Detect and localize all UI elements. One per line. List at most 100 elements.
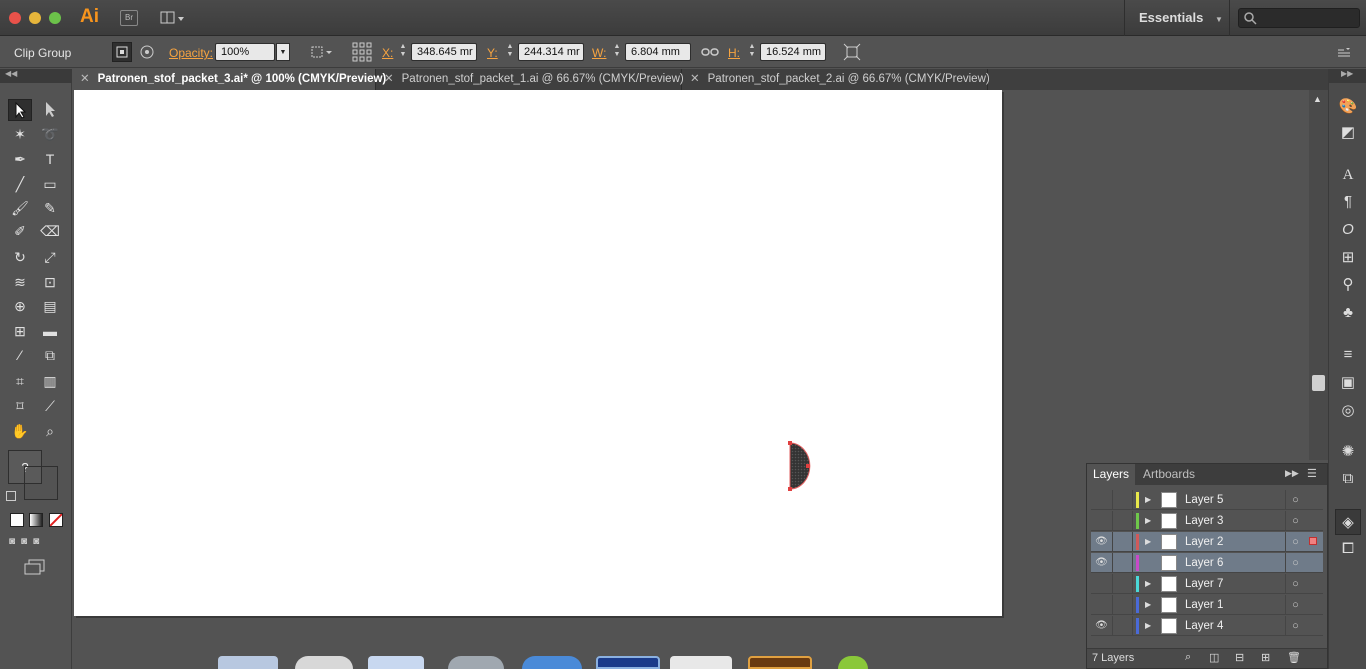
workspace-switcher[interactable]: Essentials ▼ (1124, 0, 1230, 36)
control-panel-menu-button[interactable] (1334, 42, 1354, 62)
selected-art-indicator[interactable] (1309, 537, 1317, 545)
rectangle-tool-icon[interactable]: ▭ (38, 173, 62, 195)
reference-point-button[interactable] (352, 42, 372, 62)
selected-art-indicator[interactable] (1309, 579, 1317, 587)
target-icon[interactable]: ○ (1285, 553, 1305, 573)
selected-art-indicator[interactable] (1309, 621, 1317, 629)
lasso-tool-icon[interactable]: ➰ (38, 123, 62, 145)
h-stepper[interactable]: ▲ ▼ (747, 43, 757, 61)
lock-toggle[interactable] (1113, 490, 1133, 510)
color-icon[interactable]: ◩ (1338, 123, 1358, 143)
lock-toggle[interactable] (1113, 532, 1133, 552)
panel-menu-icon[interactable]: ☰ (1307, 467, 1317, 480)
tab-document-2[interactable]: ✕ Patronen_stof_packet_2.ai @ 66.67% (CMY… (682, 69, 990, 90)
dock-app-clock[interactable] (448, 656, 504, 669)
layer-name[interactable]: Layer 7 (1185, 574, 1223, 594)
x-field[interactable]: 348.645 mr (411, 43, 477, 61)
width-tool-icon[interactable]: ≋ (8, 271, 32, 293)
collapse-dock-button[interactable]: ▶▶ (1329, 69, 1366, 83)
constrain-proportions-button[interactable] (700, 42, 720, 62)
artboard-tool-icon[interactable]: ⌑ (8, 395, 32, 417)
expand-layer-icon[interactable]: ▶ (1145, 532, 1151, 552)
target-icon[interactable]: ○ (1285, 574, 1305, 594)
dock-app-safari[interactable] (522, 656, 582, 669)
blend-tool-icon[interactable]: ⧉ (38, 344, 62, 366)
free-transform-tool-icon[interactable]: ⊡ (38, 271, 62, 293)
direct-selection-tool-icon[interactable] (38, 99, 62, 121)
line-tool-icon[interactable]: ╱ (8, 173, 32, 195)
type-tool-icon[interactable]: T (38, 148, 62, 170)
selected-art-indicator[interactable] (1309, 516, 1317, 524)
opacity-dropdown[interactable]: ▼ (276, 43, 290, 61)
visibility-toggle[interactable] (1091, 490, 1113, 510)
lock-toggle[interactable] (1113, 595, 1133, 615)
locate-object-icon[interactable]: ⌕ (1185, 651, 1191, 664)
none-mode-icon[interactable] (49, 513, 63, 527)
layer-row[interactable]: ▶ Layer 5 ○ (1091, 490, 1323, 510)
dock-app-photo[interactable] (748, 656, 812, 669)
visibility-toggle[interactable] (1091, 574, 1113, 594)
visibility-toggle[interactable]: 👁 (1091, 553, 1113, 573)
arrange-documents-button[interactable] (160, 10, 186, 26)
y-stepper[interactable]: ▲ ▼ (505, 43, 515, 61)
vertical-scrollbar[interactable]: ▲ (1309, 90, 1328, 460)
dock-app-mail[interactable] (368, 656, 424, 669)
mesh-tool-icon[interactable]: ⊞ (8, 320, 32, 342)
collapse-panel-icon[interactable]: ▶▶ (1285, 468, 1299, 479)
graphic-styles-icon[interactable]: ⧉ (1338, 469, 1358, 489)
layer-row[interactable]: 👁 ▶ Layer 4 ○ (1091, 616, 1323, 636)
create-new-layer-icon[interactable]: ⊞ (1261, 651, 1270, 664)
screen-mode-icon[interactable] (24, 559, 46, 575)
dock-app-dvd[interactable] (295, 656, 353, 669)
target-icon[interactable]: ○ (1285, 532, 1305, 552)
color-guide-icon[interactable]: 🎨 (1338, 97, 1358, 117)
slice-tool-icon[interactable]: ⟋ (38, 395, 62, 417)
symbol-sprayer-tool-icon[interactable]: ⌗ (8, 370, 32, 392)
close-tab-icon[interactable]: ✕ (384, 73, 394, 85)
expand-layer-icon[interactable]: ▶ (1145, 490, 1151, 510)
lock-toggle[interactable] (1113, 511, 1133, 531)
selected-art-indicator[interactable] (1309, 558, 1317, 566)
tab-document-3[interactable]: ✕ Patronen_stof_packet_3.ai* @ 100% (CMYK… (72, 69, 386, 90)
target-icon[interactable]: ○ (1285, 616, 1305, 636)
tab-artboards[interactable]: Artboards (1137, 464, 1201, 485)
dock-app-notes[interactable] (670, 656, 732, 669)
tab-layers[interactable]: Layers (1087, 464, 1136, 485)
opentype-icon[interactable]: O (1338, 220, 1358, 240)
isolate-group-button[interactable] (112, 42, 132, 62)
layers-icon[interactable]: ◈ (1335, 509, 1361, 535)
opacity-label[interactable]: Opacity: (169, 46, 213, 60)
expand-layer-icon[interactable]: ▶ (1145, 511, 1151, 531)
layer-name[interactable]: Layer 5 (1185, 490, 1223, 510)
make-clipping-mask-icon[interactable]: ◫ (1209, 651, 1219, 664)
selection-tool-icon[interactable] (8, 99, 32, 121)
tab-document-1[interactable]: ✕ Patronen_stof_packet_1.ai @ 66.67% (CMY… (376, 69, 684, 90)
search-input[interactable] (1238, 8, 1360, 28)
scrollbar-thumb[interactable] (1312, 375, 1325, 391)
layer-name[interactable]: Layer 6 (1185, 553, 1223, 573)
visibility-toggle[interactable]: 👁 (1091, 616, 1113, 636)
column-graph-tool-icon[interactable]: ▥ (38, 370, 62, 392)
y-field[interactable]: 244.314 mr (518, 43, 584, 61)
paintbrush-tool-icon[interactable]: 🖌 (8, 197, 32, 219)
close-tab-icon[interactable]: ✕ (690, 73, 700, 85)
scroll-up-icon[interactable]: ▲ (1313, 94, 1322, 104)
minimize-window-button[interactable] (29, 12, 41, 24)
scale-tool-icon[interactable]: ⤢ (38, 246, 62, 268)
layer-name[interactable]: Layer 4 (1185, 616, 1223, 636)
layer-row[interactable]: ▶ Layer 3 ○ (1091, 511, 1323, 531)
character-icon[interactable]: A (1338, 165, 1358, 185)
paragraph-icon[interactable]: ¶ (1338, 192, 1358, 212)
recolor-artwork-button[interactable] (310, 42, 332, 62)
hand-tool-icon[interactable]: ✋ (8, 420, 32, 442)
target-icon[interactable]: ○ (1285, 490, 1305, 510)
visibility-toggle[interactable]: 👁 (1091, 532, 1113, 552)
target-icon[interactable]: ○ (1285, 595, 1305, 615)
layer-row[interactable]: 👁 ▶ Layer 2 ○ (1091, 532, 1323, 552)
edit-contents-button[interactable] (137, 42, 157, 62)
create-sublayer-icon[interactable]: ⊟ (1235, 651, 1244, 664)
color-mode-icon[interactable] (10, 513, 24, 527)
selected-art-indicator[interactable] (1309, 600, 1317, 608)
transparency-icon[interactable]: ◎ (1338, 401, 1358, 421)
x-stepper[interactable]: ▲ ▼ (398, 43, 408, 61)
